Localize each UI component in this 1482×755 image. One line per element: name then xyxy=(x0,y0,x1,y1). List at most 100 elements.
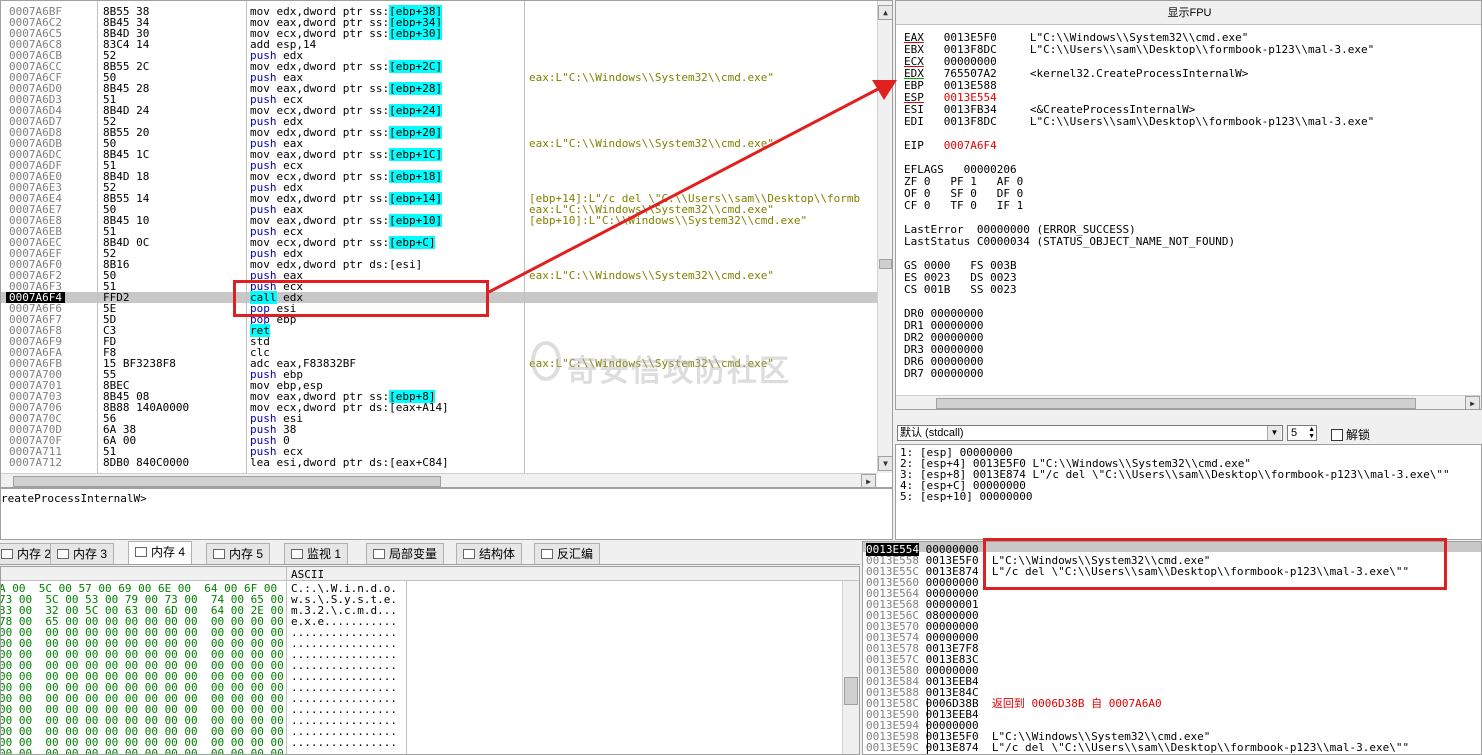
tab-icon xyxy=(135,547,147,557)
disasm-row[interactable]: 0007A6F8 C3 ret xyxy=(1,324,877,337)
regs-horizontal-scrollbar[interactable]: ▶ xyxy=(896,395,1481,409)
highlight-stack-box xyxy=(983,538,1447,590)
register-value: 0013F8DC xyxy=(943,115,997,128)
dump-vertical-scrollbar[interactable] xyxy=(842,581,859,754)
tab-icon xyxy=(463,549,475,559)
tab-6[interactable]: 结构体 xyxy=(456,543,523,564)
debug-register: DR7 00000000 xyxy=(904,367,984,380)
register-eip[interactable]: EIP 0007A6F4 xyxy=(904,140,997,152)
opcode: lea xyxy=(250,456,270,469)
disasm-comment: eax:L"C:\\Windows\\System32\\cmd.exe" xyxy=(529,269,775,282)
tab-label: 局部变量 xyxy=(389,547,438,561)
register-name: EDI xyxy=(904,115,924,128)
chevron-down-icon[interactable]: ▼ xyxy=(1267,426,1281,440)
dump-header: ASCII xyxy=(1,567,859,581)
tab-label: 监视 1 xyxy=(307,547,342,561)
disasm-row[interactable]: 0007A6D0 8B45 28 mov eax,dword ptr ss:[ebp… xyxy=(1,82,877,95)
argument-row[interactable]: 5: [esp+10] 00000000 xyxy=(900,491,1032,502)
column-separator xyxy=(246,1,247,473)
scroll-right-icon[interactable]: ▶ xyxy=(1465,396,1480,409)
disasm-vertical-scrollbar[interactable]: ▲ ▼ xyxy=(877,1,892,473)
tab-label: 内存 5 xyxy=(229,547,264,561)
tab-5[interactable]: 局部变量 xyxy=(366,543,445,564)
register-comment: L"C:\\Users\\sam\\Desktop\\formbook-p123… xyxy=(1029,43,1375,56)
tab-4[interactable]: 监视 1 xyxy=(284,543,349,564)
ascii-header: ASCII xyxy=(291,568,325,581)
disasm-row[interactable]: 0007A6DC 8B45 1C mov eax,dword ptr ss:[ebp… xyxy=(1,148,877,161)
tab-label: 内存 3 xyxy=(73,547,108,561)
disasm-row[interactable]: 0007A6EF 52 push edx xyxy=(1,248,877,259)
column-separator xyxy=(97,1,98,473)
stack-address: 0013E59C xyxy=(866,741,919,754)
tab-1[interactable]: 内存 3 xyxy=(50,543,115,564)
tab-icon xyxy=(541,549,553,559)
disasm-row[interactable]: 0007A6E0 8B4D 18 mov ecx,dword ptr ss:[ebp… xyxy=(1,170,877,183)
tab-label: 内存 4 xyxy=(151,545,186,559)
scroll-down-icon[interactable]: ▼ xyxy=(878,456,892,471)
disasm-row[interactable]: 0007A706 8B88 140A0000 mov ecx,dword ptr d… xyxy=(1,402,877,413)
tab-icon xyxy=(1,549,13,559)
disasm-row[interactable]: 0007A6D4 8B4D 24 mov ecx,dword ptr ss:[ebp… xyxy=(1,104,877,117)
dump-ascii: ................ xyxy=(291,747,397,755)
hscroll-thumb[interactable] xyxy=(936,398,1416,409)
stack-comment: L"/c del \"C:\\Users\\sam\\Desktop\\form… xyxy=(991,741,1410,754)
disasm-address: 0007A712 xyxy=(9,456,62,469)
call-bracket xyxy=(927,698,928,754)
tab-icon xyxy=(373,549,385,559)
disasm-comment: eax:L"C:\\Windows\\System32\\cmd.exe" xyxy=(529,71,775,84)
info-text: reateProcessInternalW> xyxy=(1,492,147,505)
disasm-row[interactable]: 0007A6C8 83C4 14 add esp,14 xyxy=(1,39,877,50)
disasm-bytes: 8DB0 840C0000 xyxy=(103,456,190,469)
tab-icon xyxy=(213,549,225,559)
disasm-row[interactable]: 0007A70F 6A 00 push 0 xyxy=(1,435,877,446)
register-comment: L"C:\\Users\\sam\\Desktop\\formbook-p123… xyxy=(1029,115,1375,128)
watermark-text: 奇安信攻防社区 xyxy=(567,354,791,389)
watermark-logo xyxy=(531,341,561,381)
registers-pane[interactable]: 显示FPU EAX 0013E5F0 L"C:\\Windows\\System… xyxy=(895,0,1482,410)
unlock-checkbox[interactable]: 解锁 xyxy=(1331,426,1370,443)
calling-convention-select[interactable]: 默认 (stdcall) ▼ xyxy=(897,425,1283,441)
stack-comment: 返回到 0006D38B 自 0007A6A0 xyxy=(991,697,1162,710)
column-separator xyxy=(524,1,525,473)
tab-icon xyxy=(291,549,303,559)
disasm-row[interactable]: 0007A6EC 8B4D 0C mov ecx,dword ptr ss:[ebp… xyxy=(1,236,877,249)
tab-2[interactable]: 内存 4 xyxy=(128,541,193,564)
hscroll-thumb[interactable] xyxy=(13,476,441,487)
disasm-row[interactable]: 0007A6E8 8B45 10 mov eax,dword ptr ss:[ebp… xyxy=(1,214,877,227)
info-line: reateProcessInternalW> xyxy=(0,488,893,540)
show-fpu-button[interactable]: 显示FPU xyxy=(896,1,1481,25)
eip-value: 0007A6F4 xyxy=(943,139,997,152)
memory-dump-pane[interactable]: ASCII A 00 5C 00 57 00 69 00 6E 00 64 00… xyxy=(0,566,860,755)
tab-label: 内存 2 xyxy=(17,547,52,561)
tab-icon xyxy=(57,549,69,559)
disassembly-pane[interactable]: 0007A6BF 8B55 38 mov edx,dword ptr ss:[ebp… xyxy=(0,0,893,488)
register-edi[interactable]: EDI 0013F8DC L"C:\\Users\\sam\\Desktop\\… xyxy=(904,116,1374,128)
column-separator xyxy=(286,567,287,754)
tab-7[interactable]: 反汇编 xyxy=(534,543,601,564)
calling-convention-value: 默认 (stdcall) xyxy=(900,427,964,439)
stack-value: 0013E874 xyxy=(925,741,979,754)
dump-hex: 00 00 00 00 00 00 00 00 00 00 00 00 00 0… xyxy=(0,747,284,755)
scroll-thumb[interactable] xyxy=(844,677,858,705)
arg-count-spinner[interactable]: 5 ▲ ▼ xyxy=(1287,425,1317,441)
scroll-right-icon[interactable]: ▶ xyxy=(861,474,876,487)
disasm-comment: eax:L"C:\\Windows\\System32\\cmd.exe" xyxy=(529,137,775,150)
register-comment: <kernel32.CreateProcessInternalW> xyxy=(1029,67,1249,80)
tab-label: 结构体 xyxy=(479,547,516,561)
unlock-label: 解锁 xyxy=(1346,428,1371,442)
scroll-thumb[interactable] xyxy=(879,259,892,269)
checkbox-icon[interactable] xyxy=(1331,429,1343,441)
highlight-call-box xyxy=(233,280,489,317)
segment-registers: CS 001B SS 0023 xyxy=(904,283,1017,296)
disasm-horizontal-scrollbar[interactable]: ▶ xyxy=(1,473,877,487)
tab-3[interactable]: 内存 5 xyxy=(206,543,271,564)
arguments-pane[interactable]: 1: [esp] 00000000 2: [esp+4] 0013E5F0 L"C… xyxy=(895,444,1482,540)
scroll-up-icon[interactable]: ▲ xyxy=(878,5,892,20)
tab-label: 反汇编 xyxy=(557,547,594,561)
spinner-arrows-icon[interactable]: ▲ ▼ xyxy=(1308,426,1315,440)
disasm-row[interactable]: 0007A712 8DB0 840C0000 lea esi,dword ptr d… xyxy=(1,457,877,468)
stack-row[interactable]: 0013E59C 0013E874 L"/c del \"C:\\Users\\… xyxy=(866,742,1409,753)
disasm-comment: [ebp+10]:L"C:\\Windows\\System32\\cmd.ex… xyxy=(529,214,808,227)
last-status: LastStatus C0000034 (STATUS_OBJECT_NAME_… xyxy=(904,235,1236,248)
flags-row: CF 0 TF 0 IF 1 xyxy=(904,199,1024,212)
